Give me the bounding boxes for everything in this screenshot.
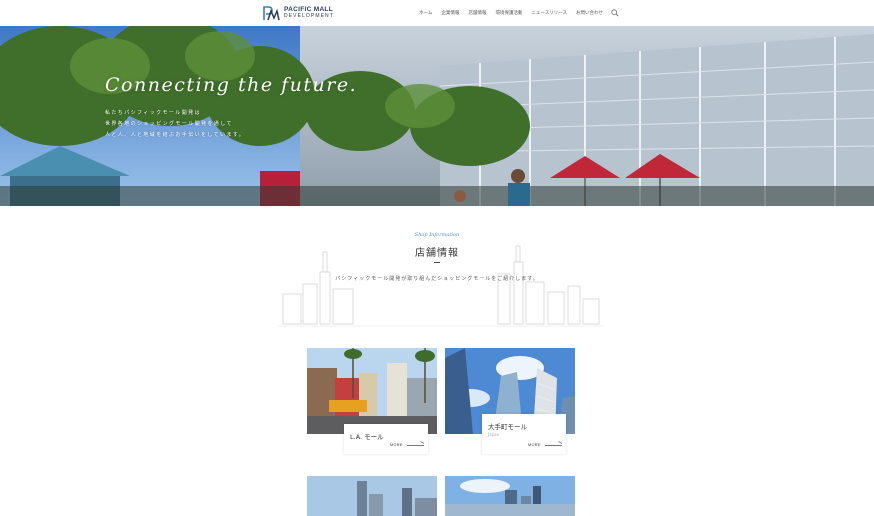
more-label: MORE: [390, 443, 403, 447]
section-description: パシフィックモール開発が取り組んだショッピングモールをご紹介します。: [335, 276, 539, 282]
logo-mark-icon: [263, 6, 280, 21]
shop-country-otemachi: Japan: [488, 432, 500, 437]
section-title: 店舗情報: [415, 248, 459, 259]
hero-desc-line-2: 世界各地のショッピングモール開発を通して: [105, 121, 233, 127]
site-logo[interactable]: PACIFIC MALL DEVELOPMENT: [262, 5, 334, 21]
nav-shops[interactable]: 店舗情報: [468, 10, 486, 16]
more-link-la[interactable]: MORE: [390, 443, 424, 447]
nav-home[interactable]: ホーム: [419, 10, 432, 16]
hero-title: Connecting the future.: [105, 74, 358, 96]
hero-banner: Connecting the future. 私たちパシフィックモール開発は 世…: [0, 26, 874, 206]
hero-desc-line-3: 人と人、人と地域を結ぶお手伝いをしています。: [105, 132, 246, 138]
site-header: PACIFIC MALL DEVELOPMENT ホーム 企業情報 店舗情報 環…: [0, 0, 874, 26]
arrow-right-icon: [544, 444, 562, 446]
logo-subtitle: DEVELOPMENT: [284, 13, 334, 19]
shop-image-la: [307, 348, 437, 434]
hero-desc-line-1: 私たちパシフィックモール開発は: [105, 110, 201, 116]
shop-name-otemachi: 大手町モール: [488, 423, 527, 431]
shop-card-otemachi[interactable]: 大手町モール Japan MORE: [445, 348, 575, 458]
main-nav: ホーム 企業情報 店舗情報 環境保護活動 ニュースリリース お問い合わせ: [410, 9, 619, 17]
more-link-otemachi[interactable]: MORE: [528, 443, 562, 447]
nav-environment[interactable]: 環境保護活動: [495, 10, 522, 16]
hero-description: 私たちパシフィックモール開発は 世界各地のショッピングモール開発を通して 人と人…: [105, 108, 245, 141]
arrow-right-icon: [406, 444, 424, 446]
shop-info-box-otemachi: 大手町モール Japan MORE: [482, 414, 566, 454]
nav-news[interactable]: ニュースリリース: [531, 10, 567, 16]
more-label: MORE: [528, 443, 541, 447]
shop-name-la: L.A. モール: [350, 433, 384, 441]
shop-card-la[interactable]: L.A. モール MORE: [307, 348, 437, 458]
search-icon[interactable]: [611, 9, 619, 17]
logo-title: PACIFIC MALL: [284, 6, 333, 13]
section-divider: [434, 262, 440, 263]
nav-contact[interactable]: お問い合わせ: [576, 10, 603, 16]
section-subtitle: Shop Information: [414, 232, 460, 238]
shop-image-row2-left[interactable]: [307, 476, 437, 516]
shop-info-box-la: L.A. モール MORE: [344, 424, 428, 454]
shop-image-row2-right[interactable]: [445, 476, 575, 516]
nav-company[interactable]: 企業情報: [441, 10, 459, 16]
